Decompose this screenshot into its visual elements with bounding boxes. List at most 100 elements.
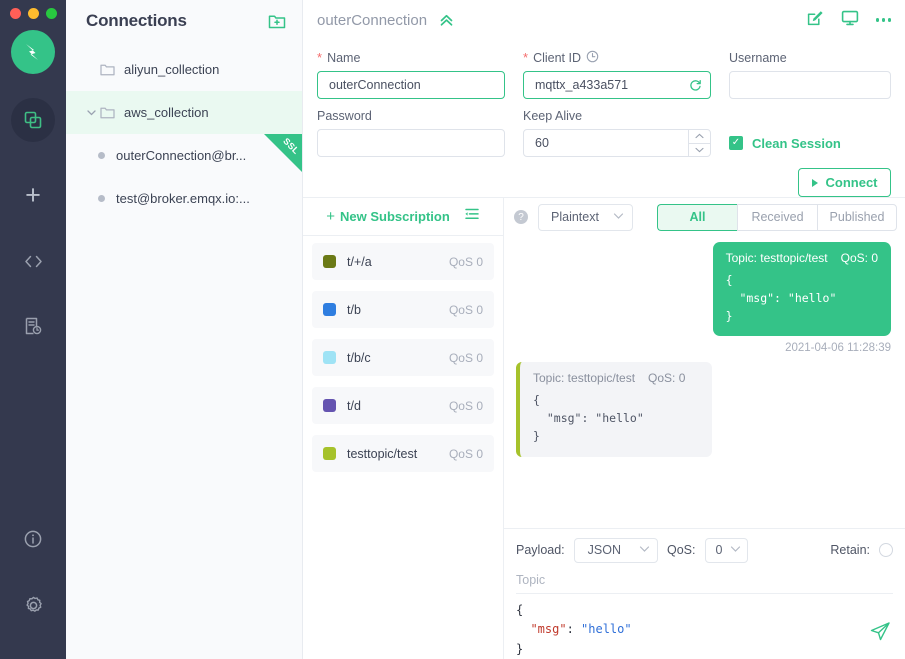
connections-panel: Connections aliyun_collection aws_collec… [66, 0, 303, 659]
keep-alive-label: Keep Alive [523, 108, 583, 123]
connections-icon [24, 111, 42, 129]
monitor-icon[interactable] [841, 9, 859, 32]
subscription-qos: QoS 0 [448, 350, 483, 365]
name-field-group: * Name outerConnection [317, 44, 505, 99]
sidebar-item-new-connection[interactable]: + [11, 173, 55, 217]
sidebar-item-scripts[interactable] [11, 239, 55, 283]
name-input[interactable]: outerConnection [317, 71, 505, 99]
subscription-item[interactable]: t/+/a QoS 0 [312, 243, 494, 280]
app-window: + Connections aliyun_collection aws_coll… [0, 0, 905, 659]
new-folder-icon[interactable] [268, 12, 286, 30]
stepper-down-icon[interactable] [689, 144, 710, 157]
new-subscription-button[interactable]: + New Subscription [326, 208, 450, 225]
chevron-down-icon [639, 545, 650, 556]
subscription-item[interactable]: t/b QoS 0 [312, 291, 494, 328]
minimize-window-button[interactable] [28, 8, 39, 19]
username-label: Username [729, 50, 787, 65]
list-settings-icon[interactable] [464, 206, 480, 227]
question-icon[interactable]: ? [514, 210, 528, 224]
chevron-down-icon[interactable] [86, 107, 100, 118]
retain-toggle[interactable] [879, 543, 893, 558]
subscription-topic: t/d [347, 398, 361, 413]
publish-panel: Payload: JSON QoS: 0 Retain: Topic {"ms… [504, 527, 905, 659]
message-topic: Topic: testtopic/test [533, 371, 636, 386]
message-bubble[interactable]: Topic: testtopic/test QoS: 0 { "msg": "h… [712, 242, 891, 337]
subscription-qos: QoS 0 [448, 446, 483, 461]
editor-colon: : [566, 622, 582, 637]
client-id-input[interactable]: mqttx_a433a571 [523, 71, 711, 99]
tree-item-test-broker[interactable]: test@broker.emqx.io:... [66, 177, 302, 220]
connection-header: outerConnection [303, 0, 905, 40]
qos-label: QoS: [667, 543, 696, 558]
password-field-group: Password [317, 102, 505, 157]
password-label: Password [317, 108, 372, 123]
tab-all[interactable]: All [657, 203, 737, 231]
keep-alive-input[interactable]: 60 [523, 129, 711, 157]
window-controls[interactable] [10, 8, 57, 19]
color-swatch [323, 351, 336, 364]
name-label: * Name [317, 50, 361, 65]
connections-tree: aliyun_collection aws_collection outerCo… [66, 48, 302, 220]
sidebar-item-settings[interactable] [11, 583, 55, 627]
color-swatch [323, 399, 336, 412]
sidebar-item-about[interactable] [11, 517, 55, 561]
more-icon[interactable] [875, 18, 891, 22]
code-icon [24, 255, 42, 267]
subscription-topic: t/+/a [347, 254, 372, 269]
clean-session-checkbox[interactable]: ✓ [729, 136, 743, 150]
publish-payload-value: JSON [587, 543, 621, 558]
edit-icon[interactable] [807, 9, 824, 31]
tree-item-label: test@broker.emqx.io:... [116, 191, 250, 206]
tree-item-aws-collection[interactable]: aws_collection [66, 91, 302, 134]
tab-received[interactable]: Received [737, 203, 817, 231]
publish-topic-placeholder: Topic [516, 572, 546, 587]
connect-button[interactable]: Connect [798, 168, 891, 197]
subscriptions-panel: + New Subscription t/+/a QoS 0 t/b QoS 0… [303, 198, 504, 659]
sidebar-item-log[interactable] [11, 304, 55, 348]
username-input[interactable] [729, 71, 891, 99]
main-area: outerConnection * Name outerConnection *… [303, 0, 905, 659]
keep-alive-stepper[interactable] [688, 130, 710, 156]
info-icon [24, 530, 42, 548]
subscriptions-list: t/+/a QoS 0 t/b QoS 0 t/b/c QoS 0 t/d Qo… [303, 236, 503, 659]
subscription-item[interactable]: t/b/c QoS 0 [312, 339, 494, 376]
close-window-button[interactable] [10, 8, 21, 19]
tree-item-outer-connection[interactable]: outerConnection@br... SSL [66, 134, 302, 177]
editor-key: "msg" [530, 622, 567, 637]
play-icon [811, 178, 818, 187]
password-input[interactable] [317, 129, 505, 157]
tab-published[interactable]: Published [817, 203, 897, 231]
refresh-icon[interactable] [689, 79, 702, 92]
publish-payload-editor[interactable]: { "msg": "hello" } [516, 594, 893, 659]
connect-button-label: Connect [825, 175, 878, 190]
send-icon[interactable] [869, 620, 891, 647]
tree-item-aliyun-collection[interactable]: aliyun_collection [66, 48, 302, 91]
subscription-item[interactable]: t/d QoS 0 [312, 387, 494, 424]
payload-label: Payload: [516, 543, 565, 558]
publish-options: Payload: JSON QoS: 0 Retain: [516, 537, 893, 563]
status-dot [98, 152, 105, 159]
publish-topic-input[interactable]: Topic [516, 567, 893, 594]
color-swatch [323, 303, 336, 316]
left-rail: + [0, 0, 66, 659]
maximize-window-button[interactable] [46, 8, 57, 19]
page-title: Connections [86, 11, 187, 30]
subscription-qos: QoS 0 [448, 254, 483, 269]
publish-qos-select[interactable]: 0 [704, 537, 749, 563]
publish-payload-select[interactable]: JSON [573, 537, 658, 563]
messages-panel: ? Plaintext All Received Published Topic… [504, 198, 905, 659]
payload-format-select[interactable]: Plaintext [538, 203, 633, 231]
connections-header: Connections [66, 0, 302, 42]
client-id-field-group: * Client ID mqttx_a433a571 [523, 44, 711, 99]
subscription-item[interactable]: testtopic/test QoS 0 [312, 435, 494, 472]
sidebar-item-connections[interactable] [11, 98, 55, 142]
stepper-up-icon[interactable] [689, 130, 710, 144]
message-body: { "msg": "hello" } [533, 393, 644, 444]
payload-format-value: Plaintext [551, 210, 599, 224]
clean-session-row[interactable]: ✓ Clean Session [729, 129, 891, 157]
message-bubble[interactable]: Topic: testtopic/test QoS: 0 { "msg": "h… [516, 362, 712, 457]
messages-toolbar: ? Plaintext All Received Published [504, 198, 905, 236]
subscription-qos: QoS 0 [448, 398, 483, 413]
connection-form: * Name outerConnection * Client ID mqttx… [303, 40, 905, 160]
double-chevron-up-icon[interactable] [438, 12, 455, 29]
